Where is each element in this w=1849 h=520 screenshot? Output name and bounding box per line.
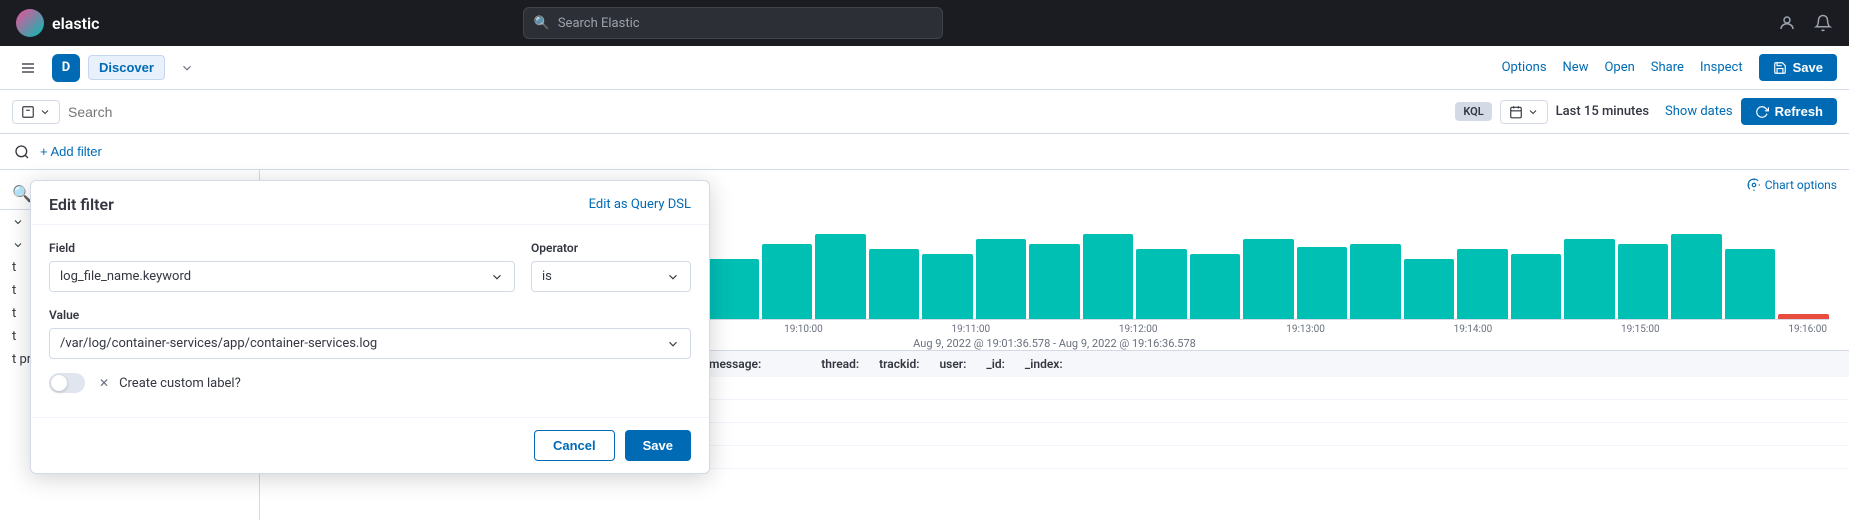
field-select-chevron bbox=[490, 270, 504, 284]
save-button-label: Save bbox=[1793, 60, 1823, 75]
value-row: Value /var/log/container-services/app/co… bbox=[49, 308, 691, 359]
edit-filter-modal: Edit filter Edit as Query DSL Field log_… bbox=[30, 180, 710, 474]
chevron-down-icon[interactable] bbox=[173, 54, 201, 82]
kql-badge[interactable]: KQL bbox=[1455, 102, 1491, 121]
modal-header: Edit filter Edit as Query DSL bbox=[31, 181, 709, 225]
global-search-placeholder: Search Elastic bbox=[558, 16, 640, 31]
value-chevron bbox=[666, 337, 680, 351]
modal-footer: Cancel Save bbox=[31, 417, 709, 473]
nav-bar: D Discover Options New Open Share Inspec… bbox=[0, 46, 1849, 90]
user-icon[interactable] bbox=[1777, 13, 1797, 33]
app-badge: D bbox=[52, 54, 80, 82]
operator-group: Operator is bbox=[531, 241, 691, 292]
field-label: Field bbox=[49, 241, 515, 255]
operator-chevron bbox=[666, 270, 680, 284]
refresh-button-label: Refresh bbox=[1775, 104, 1823, 119]
search-type-button[interactable] bbox=[12, 100, 60, 124]
add-filter-button[interactable]: + Add filter bbox=[40, 144, 102, 159]
save-button[interactable]: Save bbox=[1759, 54, 1837, 81]
edit-as-dsl-link[interactable]: Edit as Query DSL bbox=[589, 197, 691, 212]
custom-label-row: ✕ Create custom label? bbox=[49, 373, 691, 393]
operator-select-value: is bbox=[542, 269, 552, 284]
discover-button[interactable]: Discover bbox=[88, 55, 165, 80]
hamburger-button[interactable] bbox=[12, 52, 44, 84]
modal-fields-row: Field log_file_name.keyword Operator is bbox=[49, 241, 691, 292]
toggle-knob bbox=[51, 375, 67, 391]
top-bar: elastic 🔍 Search Elastic bbox=[0, 0, 1849, 46]
elastic-logo-icon bbox=[16, 9, 44, 37]
filter-row: + Add filter bbox=[0, 134, 1849, 170]
operator-select[interactable]: is bbox=[531, 261, 691, 292]
share-link[interactable]: Share bbox=[1651, 60, 1684, 75]
new-link[interactable]: New bbox=[1563, 60, 1589, 75]
notifications-icon[interactable] bbox=[1813, 13, 1833, 33]
modal-title: Edit filter bbox=[49, 195, 114, 214]
value-input[interactable]: /var/log/container-services/app/containe… bbox=[49, 328, 691, 359]
time-range-label: Last 15 minutes bbox=[1556, 104, 1649, 119]
time-filter-button[interactable] bbox=[1500, 100, 1548, 124]
top-bar-right bbox=[1777, 13, 1833, 33]
field-select-value: log_file_name.keyword bbox=[60, 269, 191, 284]
search-row: KQL Last 15 minutes Show dates Refresh bbox=[0, 90, 1849, 134]
nav-right: Options New Open Share Inspect Save bbox=[1502, 54, 1837, 81]
inspect-link[interactable]: Inspect bbox=[1700, 60, 1743, 75]
main-content: 🔍 Filt Pop t t t t t projectname bbox=[0, 170, 1849, 520]
elastic-logo-text: elastic bbox=[52, 14, 99, 33]
index-pattern-icon[interactable] bbox=[12, 142, 32, 162]
refresh-button[interactable]: Refresh bbox=[1741, 98, 1837, 125]
custom-label-toggle[interactable] bbox=[49, 373, 85, 393]
cancel-button[interactable]: Cancel bbox=[534, 430, 615, 461]
open-link[interactable]: Open bbox=[1604, 60, 1634, 75]
modal-overlay: Edit filter Edit as Query DSL Field log_… bbox=[0, 170, 1849, 520]
value-input-text: /var/log/container-services/app/containe… bbox=[60, 336, 377, 351]
value-label: Value bbox=[49, 308, 691, 322]
operator-label: Operator bbox=[531, 241, 691, 255]
custom-label-text: Create custom label? bbox=[119, 376, 241, 391]
options-link[interactable]: Options bbox=[1502, 60, 1547, 75]
global-search-bar[interactable]: 🔍 Search Elastic bbox=[523, 7, 943, 39]
modal-save-button[interactable]: Save bbox=[625, 430, 691, 461]
field-group: Field log_file_name.keyword bbox=[49, 241, 515, 292]
elastic-logo[interactable]: elastic bbox=[16, 9, 99, 37]
x-icon: ✕ bbox=[99, 376, 109, 390]
modal-body: Field log_file_name.keyword Operator is bbox=[31, 225, 709, 417]
search-input[interactable] bbox=[68, 104, 1447, 120]
search-icon: 🔍 bbox=[534, 16, 550, 31]
show-dates-link[interactable]: Show dates bbox=[1665, 104, 1733, 119]
field-select[interactable]: log_file_name.keyword bbox=[49, 261, 515, 292]
